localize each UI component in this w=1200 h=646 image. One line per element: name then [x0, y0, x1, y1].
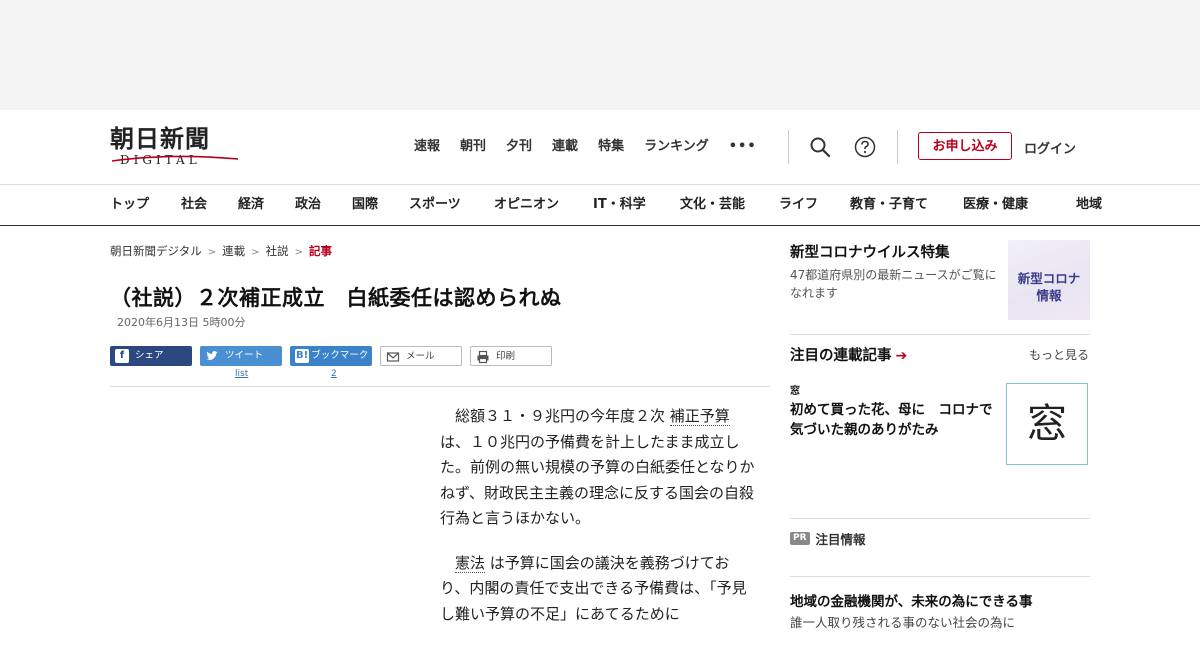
question-circle-icon[interactable]: [854, 136, 876, 158]
featured-series-heading[interactable]: 注目の連載記事 ➔: [790, 344, 907, 365]
covid-feature-thumbnail[interactable]: 新型コロナ 情報: [1008, 240, 1090, 320]
series-thumbnail[interactable]: 窓: [1006, 383, 1088, 465]
article-divider: [110, 386, 770, 387]
login-link[interactable]: ログイン: [1024, 138, 1076, 157]
promo-desc[interactable]: 誰一人取り残される事のない社会の為に: [790, 612, 1015, 631]
subscribe-button[interactable]: お申し込み: [918, 132, 1012, 160]
series-article-title[interactable]: 初めて買った花、母に コロナで気づいた親のありがたみ: [790, 400, 1005, 440]
twitter-share-button[interactable]: ツイート: [200, 346, 282, 366]
site-header: 朝日新聞 DIGITAL 速報 朝刊 夕刊 連載 特集 ランキング ••• お申…: [0, 110, 1200, 184]
cat-opinion[interactable]: オピニオン: [494, 197, 593, 213]
topnav-ranking[interactable]: ランキング: [644, 138, 709, 156]
hatena-b-icon: B!: [295, 349, 310, 363]
sidebar-divider: [790, 334, 1090, 335]
article-body: 総額３１・９兆円の今年度２次 補正予算 は、１０兆円の予備費を計上したまま成立し…: [440, 404, 755, 646]
topnav-yuukan[interactable]: 夕刊: [506, 138, 532, 156]
covid-feature-title[interactable]: 新型コロナウイルス特集: [790, 241, 950, 262]
topnav-sokuho[interactable]: 速報: [414, 138, 440, 156]
logo-main-text: 朝日新聞: [110, 124, 210, 153]
mail-icon: [386, 352, 400, 362]
breadcrumb: 朝日新聞デジタル > 連載 > 社説 > 記事: [110, 244, 332, 258]
topnav-tokushu[interactable]: 特集: [598, 138, 624, 156]
logo-swoosh-icon: [111, 155, 239, 162]
cat-international[interactable]: 国際: [352, 197, 409, 213]
keyword-link-hosei-yosan[interactable]: 補正予算: [669, 407, 730, 426]
cat-health[interactable]: 医療・健康: [963, 197, 1076, 213]
pr-section-label: 注目情報: [815, 532, 866, 547]
cat-society[interactable]: 社会: [181, 197, 238, 213]
keyword-link-kenpou[interactable]: 憲法: [455, 553, 486, 573]
breadcrumb-shasetsu[interactable]: 社説: [266, 244, 289, 258]
mail-share-button[interactable]: メール: [380, 346, 462, 366]
facebook-icon: f: [115, 349, 129, 363]
pr-badge: PR: [790, 532, 810, 545]
print-button[interactable]: 印刷: [470, 346, 552, 366]
cat-region[interactable]: 地域: [1076, 197, 1110, 213]
twitter-count[interactable]: list: [235, 369, 248, 379]
cat-politics[interactable]: 政治: [295, 197, 352, 213]
hatena-bookmark-button[interactable]: B! ブックマーク: [290, 346, 372, 366]
category-navigation: トップ 社会 経済 政治 国際 スポーツ オピニオン IT・科学 文化・芸能 ラ…: [0, 184, 1200, 226]
top-navigation: 速報 朝刊 夕刊 連載 特集 ランキング •••: [414, 138, 777, 156]
ad-banner-area: [0, 0, 1200, 110]
cat-economy[interactable]: 経済: [238, 197, 295, 213]
promo-title[interactable]: 地域の金融機関が、未来の為にできる事: [790, 590, 1032, 610]
printer-icon: [477, 350, 489, 364]
article-paragraph: 憲法 は予算に国会の議決を義務づけており、内閣の責任で支出できる予備費は、「予見…: [440, 553, 747, 623]
cat-sports[interactable]: スポーツ: [409, 197, 494, 213]
article-date: 2020年6月13日 5時00分: [117, 316, 246, 329]
topnav-choukan[interactable]: 朝刊: [460, 138, 486, 156]
sidebar-divider: [790, 518, 1090, 519]
search-icon[interactable]: [809, 136, 831, 158]
breadcrumb-rensai[interactable]: 連載: [222, 244, 245, 258]
covid-feature-desc[interactable]: 47都道府県別の最新ニュースがご覧になれます: [790, 266, 1005, 302]
header-divider: [897, 130, 898, 164]
article-title: （社説）２次補正成立 白紙委任は認められぬ: [110, 286, 562, 310]
series-label: 窓: [790, 386, 800, 397]
cat-it-science[interactable]: IT・科学: [593, 197, 680, 213]
cat-top[interactable]: トップ: [110, 197, 181, 213]
cat-life[interactable]: ライフ: [779, 197, 850, 213]
topnav-rensai[interactable]: 連載: [552, 138, 578, 156]
breadcrumb-current: 記事: [308, 244, 332, 258]
more-menu-icon[interactable]: •••: [729, 138, 757, 156]
cat-education[interactable]: 教育・子育て: [850, 197, 963, 213]
pr-section-header: PR 注目情報: [790, 528, 866, 548]
cat-culture[interactable]: 文化・芸能: [680, 197, 779, 213]
arrow-right-icon: ➔: [895, 348, 908, 364]
header-divider: [788, 130, 789, 164]
article-paragraph: 総額３１・９兆円の今年度２次 補正予算 は、１０兆円の予備費を計上したまま成立し…: [440, 407, 755, 527]
see-more-link[interactable]: もっと見る: [1029, 346, 1089, 363]
breadcrumb-home[interactable]: 朝日新聞デジタル: [110, 244, 202, 258]
hatena-count[interactable]: 2: [331, 369, 337, 379]
facebook-share-button[interactable]: f シェア: [110, 346, 192, 366]
twitter-bird-icon: [206, 350, 218, 361]
asahi-digital-logo[interactable]: 朝日新聞 DIGITAL: [110, 125, 250, 173]
sidebar-divider: [790, 576, 1090, 577]
